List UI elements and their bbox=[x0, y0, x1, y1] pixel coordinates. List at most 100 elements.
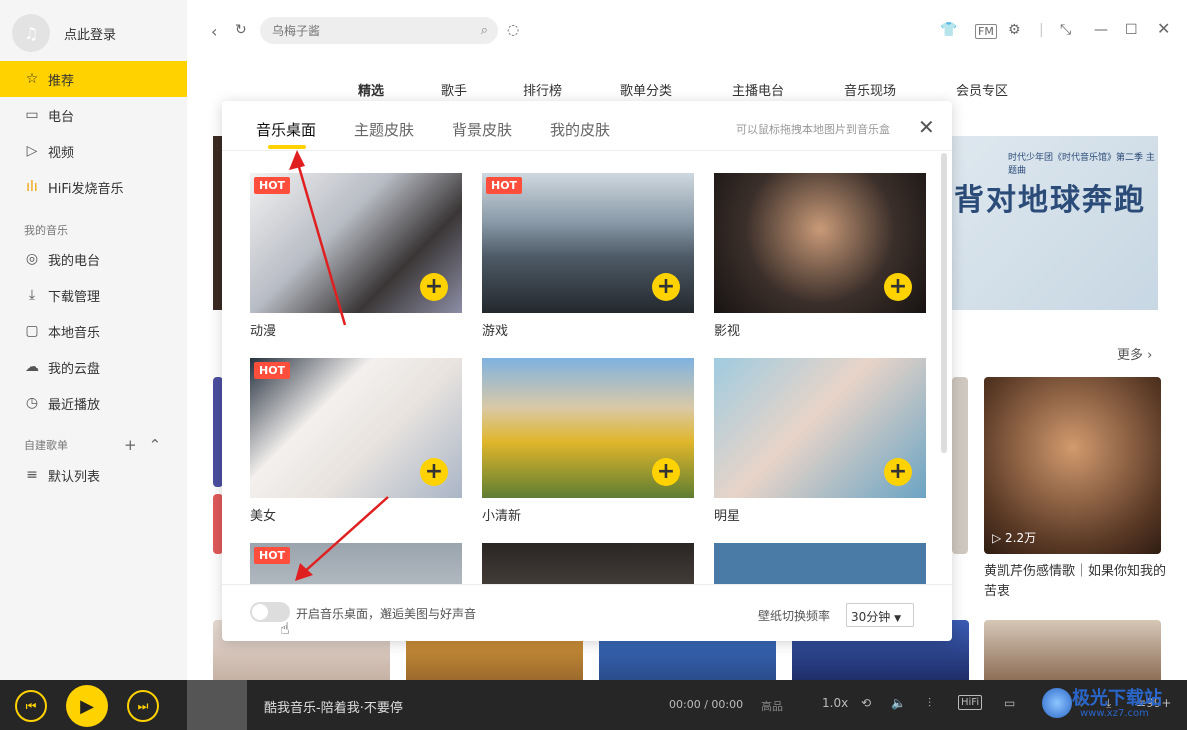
wallpaper-thumb-fresh[interactable]: + bbox=[482, 358, 694, 498]
chevron-up-icon[interactable]: ⌃ bbox=[149, 436, 174, 454]
wallpaper-thumb-film[interactable]: + bbox=[714, 173, 926, 313]
tab-anchor-radio[interactable]: 主播电台 bbox=[732, 80, 784, 99]
sidebar-item-hifi[interactable]: ılı HiFi发烧音乐 bbox=[0, 169, 187, 205]
tab-singers[interactable]: 歌手 bbox=[441, 80, 467, 99]
sidebar: ♫ 点此登录 ☆ 推荐 ▭ 电台 ▷ 视频 ılı HiFi发烧音乐 我的音乐 … bbox=[0, 0, 187, 680]
speed-button[interactable]: 1.0x bbox=[822, 696, 848, 710]
sidebar-item-cloud[interactable]: ☁ 我的云盘 bbox=[0, 349, 187, 385]
logo-icon bbox=[1042, 688, 1072, 718]
watermark-url: www.xz7.com bbox=[1080, 708, 1149, 719]
fm-icon[interactable]: FM bbox=[975, 24, 997, 39]
playlist-card[interactable]: ▷ 2.2万 bbox=[984, 377, 1161, 554]
sidebar-item-recent[interactable]: ◷ 最近播放 bbox=[0, 385, 187, 421]
hifi-button[interactable]: HiFi bbox=[958, 695, 983, 710]
skin-dialog: 音乐桌面 主题皮肤 背景皮肤 我的皮肤 可以鼠标拖拽本地图片到音乐盒 ✕ HOT… bbox=[222, 101, 952, 641]
wallpaper-label: 游戏 bbox=[482, 324, 509, 339]
tab-theme-skin[interactable]: 主题皮肤 bbox=[354, 119, 414, 140]
previous-button[interactable]: ⏮ bbox=[15, 690, 47, 722]
banner-subtitle: 时代少年团《时代音乐馆》第二季 主题曲 bbox=[1008, 153, 1155, 176]
sidebar-item-label: 我的云盘 bbox=[48, 361, 101, 377]
sidebar-item-local[interactable]: ▢ 本地音乐 bbox=[0, 313, 187, 349]
tab-music-desktop[interactable]: 音乐桌面 bbox=[256, 119, 316, 140]
toggle-knob bbox=[252, 604, 268, 620]
login-link[interactable]: 点此登录 bbox=[64, 24, 116, 43]
wallpaper-label: 美女 bbox=[250, 509, 277, 524]
download-icon: ⤓ bbox=[28, 287, 36, 303]
sidebar-item-default-list[interactable]: ≡ 默认列表 bbox=[0, 457, 187, 493]
playlist-card[interactable] bbox=[952, 377, 968, 554]
drag-hint: 可以鼠标拖拽本地图片到音乐盒 bbox=[736, 123, 890, 136]
comment-icon[interactable]: ▭ bbox=[1004, 696, 1015, 710]
wallpaper-thumb[interactable] bbox=[482, 543, 694, 584]
add-icon[interactable]: + bbox=[884, 273, 912, 301]
search-icon[interactable]: ⌕ bbox=[481, 23, 488, 38]
tab-my-skin[interactable]: 我的皮肤 bbox=[550, 119, 610, 140]
add-icon[interactable]: + bbox=[884, 458, 912, 486]
add-icon[interactable]: + bbox=[652, 458, 680, 486]
wallpaper-thumb-star[interactable]: + bbox=[714, 358, 926, 498]
next-button[interactable]: ⏭ bbox=[127, 690, 159, 722]
play-button[interactable]: ▶ bbox=[66, 685, 108, 727]
banner[interactable]: 时代少年团《时代音乐馆》第二季 主题曲 背对地球奔跑 bbox=[940, 136, 1158, 310]
sidebar-item-label: 本地音乐 bbox=[48, 325, 101, 341]
voice-search-icon[interactable]: ◌ bbox=[507, 22, 519, 38]
quality-select[interactable]: 高品 bbox=[761, 698, 783, 714]
tab-playlist-category[interactable]: 歌单分类 bbox=[620, 80, 672, 99]
sidebar-item-my-radio[interactable]: ◎ 我的电台 bbox=[0, 241, 187, 277]
sidebar-item-label: 默认列表 bbox=[48, 469, 101, 485]
wallpaper-thumb-anime[interactable]: HOT + bbox=[250, 173, 462, 313]
sidebar-item-video[interactable]: ▷ 视频 bbox=[0, 133, 187, 169]
album-cover[interactable] bbox=[187, 680, 247, 730]
add-icon[interactable]: + bbox=[420, 458, 448, 486]
add-icon[interactable]: + bbox=[124, 436, 149, 454]
loop-icon[interactable]: ⟲ bbox=[861, 696, 871, 710]
wallpaper-label: 影视 bbox=[714, 324, 741, 339]
sidebar-item-radio[interactable]: ▭ 电台 bbox=[0, 97, 187, 133]
tab-featured[interactable]: 精选 bbox=[358, 80, 384, 99]
tab-live[interactable]: 音乐现场 bbox=[844, 80, 896, 99]
volume-icon[interactable]: 🔈 bbox=[891, 696, 906, 710]
back-icon[interactable]: ‹ bbox=[211, 22, 217, 41]
skin-icon[interactable]: 👕 bbox=[940, 22, 957, 38]
equalizer-icon[interactable]: ⫶ bbox=[928, 696, 931, 711]
tab-background-skin[interactable]: 背景皮肤 bbox=[452, 119, 512, 140]
playlist-title[interactable]: 黄凯芹伤感情歌｜如果你知我的苦衷 bbox=[984, 562, 1174, 602]
close-icon[interactable]: ✕ bbox=[1157, 19, 1170, 38]
wallpaper-thumb-game[interactable]: HOT + bbox=[482, 173, 694, 313]
tab-charts[interactable]: 排行榜 bbox=[523, 80, 562, 99]
hot-badge: HOT bbox=[486, 177, 523, 194]
rate-select[interactable]: 30分钟 ▼ bbox=[846, 603, 914, 627]
sidebar-item-label: 视频 bbox=[48, 145, 75, 161]
search-box[interactable]: ⌕ bbox=[260, 17, 498, 44]
wallpaper-thumb[interactable]: HOT bbox=[250, 543, 462, 584]
mini-mode-icon[interactable]: ⤡ bbox=[1060, 22, 1071, 38]
monitor-icon: ▢ bbox=[25, 323, 39, 339]
search-input[interactable] bbox=[272, 23, 452, 38]
wallpaper-label: 动漫 bbox=[250, 324, 277, 339]
wallpaper-thumb-beauty[interactable]: HOT + bbox=[250, 358, 462, 498]
close-icon[interactable]: ✕ bbox=[918, 115, 935, 139]
sidebar-item-recommend[interactable]: ☆ 推荐 bbox=[0, 61, 187, 97]
settings-icon[interactable]: ⚙ bbox=[1008, 22, 1021, 38]
avatar[interactable]: ♫ bbox=[12, 14, 50, 52]
sidebar-item-label: 电台 bbox=[48, 109, 75, 125]
refresh-icon[interactable]: ↻ bbox=[235, 22, 247, 38]
scrollbar[interactable] bbox=[941, 153, 947, 453]
minimize-icon[interactable]: — bbox=[1094, 22, 1108, 38]
user-login[interactable]: ♫ 点此登录 bbox=[12, 14, 116, 52]
sidebar-item-label: 下载管理 bbox=[48, 289, 101, 305]
add-icon[interactable]: + bbox=[420, 273, 448, 301]
wallpaper-thumb[interactable] bbox=[714, 543, 926, 584]
topbar: ‹ ↻ ⌕ ◌ 👕 FM ⚙ | ⤡ — ☐ ✕ bbox=[187, 0, 1187, 60]
watermark: 极光下载站 www.xz7.com bbox=[1040, 682, 1185, 728]
playlist-card[interactable] bbox=[984, 620, 1161, 680]
wallpaper-grid: HOT + 动漫 HOT + 游戏 + 影视 HOT + 美女 + 小清新 + … bbox=[222, 151, 952, 584]
more-link[interactable]: 更多 › bbox=[1117, 344, 1152, 363]
player-bar: ⏮ ▶ ⏭ 酷我音乐-陪着我·不要停 00:00 / 00:00 高品 1.0x… bbox=[0, 680, 1187, 730]
radio-icon: ▭ bbox=[25, 107, 39, 123]
maximize-icon[interactable]: ☐ bbox=[1125, 22, 1138, 38]
sidebar-item-download[interactable]: ⤓ 下载管理 bbox=[0, 277, 187, 313]
tab-vip[interactable]: 会员专区 bbox=[956, 80, 1008, 99]
play-count: ▷ 2.2万 bbox=[992, 531, 1037, 545]
add-icon[interactable]: + bbox=[652, 273, 680, 301]
